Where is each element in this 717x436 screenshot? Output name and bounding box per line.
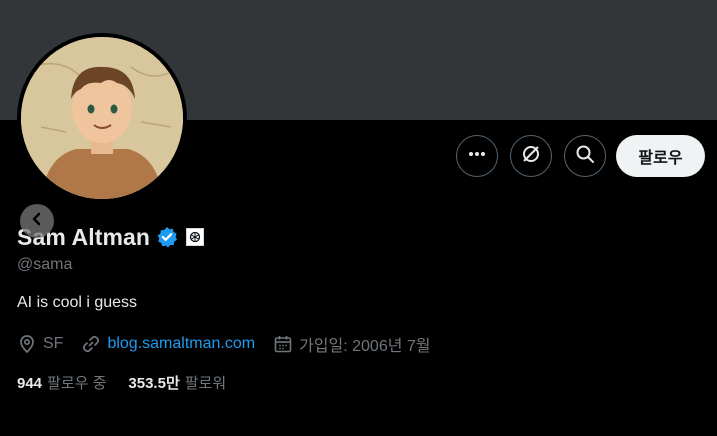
more-icon: [467, 144, 487, 169]
profile-meta: SF blog.samaltman.com 가입일: 2006년 7월: [17, 333, 449, 355]
bio: AI is cool i guess: [17, 294, 138, 311]
website-link[interactable]: blog.samaltman.com: [107, 335, 255, 353]
followers-label: 팔로워: [184, 375, 227, 392]
joined-item: 가입일: 2006년 7월: [273, 332, 431, 356]
followers-count: 353.5만: [128, 375, 180, 392]
location-text: SF: [43, 335, 64, 352]
handle: @sama: [17, 256, 73, 273]
location-item: SF: [17, 334, 63, 354]
avatar[interactable]: [21, 37, 183, 199]
affiliation-badge-icon[interactable]: [186, 228, 205, 246]
search-icon: [575, 144, 595, 169]
website-item: blog.samaltman.com: [81, 334, 255, 354]
followers-stat[interactable]: 353.5만 팔로워: [128, 372, 226, 393]
grok-icon: [520, 143, 542, 170]
back-button[interactable]: [20, 204, 54, 238]
following-count: 944: [17, 375, 43, 392]
search-button[interactable]: [564, 135, 606, 177]
avatar-ring: [17, 33, 187, 203]
follow-stats: 944 팔로우 중 353.5만 팔로워: [17, 372, 248, 393]
more-button[interactable]: [456, 135, 498, 177]
joined-text: 가입일: 2006년 7월: [299, 338, 431, 355]
calendar-icon: [274, 336, 292, 353]
location-pin-icon: [20, 335, 34, 354]
follow-button[interactable]: 팔로우: [616, 135, 705, 177]
link-icon: [83, 335, 100, 353]
following-stat[interactable]: 944 팔로우 중: [17, 372, 106, 393]
grok-button[interactable]: [510, 135, 552, 177]
following-label: 팔로우 중: [47, 375, 107, 392]
chevron-left-icon: [29, 211, 45, 232]
verified-badge-icon[interactable]: [156, 226, 178, 248]
profile-page: 팔로우 Sam Altman @sama AI is cool i guess: [0, 0, 717, 436]
